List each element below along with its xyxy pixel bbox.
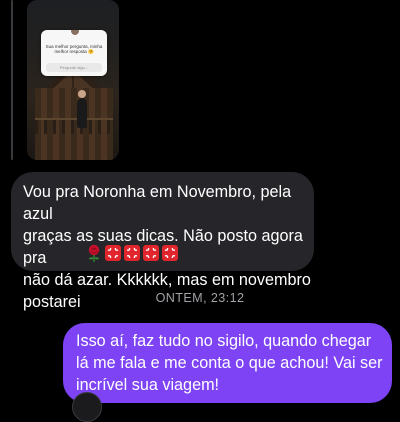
anger-emoji	[162, 245, 178, 261]
anger-emoji	[105, 245, 121, 261]
message-timestamp: ONTEM, 23:12	[155, 291, 245, 305]
sticker-answer-field: Pergunte algo...	[46, 63, 102, 72]
rose-emoji	[88, 244, 100, 262]
outgoing-message-bubble[interactable]: Isso aí, faz tudo no sigilo, quando cheg…	[63, 323, 392, 403]
avatar[interactable]	[72, 392, 102, 422]
question-sticker: Sua melhor pergunta, minha melhor respos…	[41, 30, 107, 76]
sticker-avatar	[70, 30, 80, 36]
story-preview[interactable]	[27, 0, 119, 160]
person-figure	[77, 98, 87, 128]
story-reply-rail	[11, 0, 13, 160]
person-head	[78, 90, 86, 98]
outgoing-message-text: Isso aí, faz tudo no sigilo, quando cheg…	[76, 332, 383, 394]
anger-emoji	[124, 245, 140, 261]
anger-emoji	[143, 245, 159, 261]
house-railing	[35, 118, 113, 134]
incoming-message-emojis	[86, 243, 178, 263]
sticker-question-text: Sua melhor pergunta, minha melhor respos…	[45, 44, 103, 55]
